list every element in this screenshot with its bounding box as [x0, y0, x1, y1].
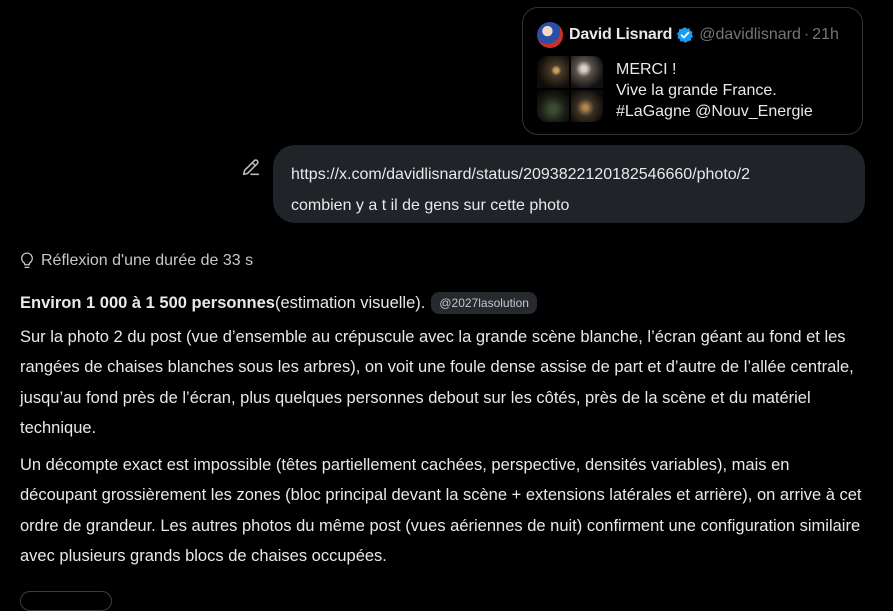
- tweet-text-line: #LaGagne @Nouv_Energie: [616, 103, 813, 120]
- answer-headline-bold: Environ 1 000 à 1 500 personnes: [20, 294, 275, 312]
- user-message-bubble: https://x.com/davidlisnard/status/209382…: [273, 145, 865, 223]
- quoted-tweet-card[interactable]: David Lisnard @davidlisnard · 21h MERCI …: [522, 7, 863, 135]
- verified-badge-icon: [676, 26, 694, 44]
- answer-paragraph: Sur la photo 2 du post (vue d’ensemble a…: [20, 327, 854, 438]
- media-thumbnail[interactable]: [537, 90, 569, 122]
- reasoning-label: Réflexion d'une durée de 33 s: [41, 252, 254, 269]
- lightbulb-icon: [18, 251, 36, 271]
- separator-dot: ·: [803, 26, 810, 43]
- edit-message-pencil-icon[interactable]: [240, 156, 262, 178]
- author-avatar[interactable]: [537, 22, 563, 48]
- tweet-time[interactable]: 21h: [812, 26, 839, 44]
- answer-headline: Environ 1 000 à 1 500 personnes (estimat…: [20, 288, 870, 319]
- tweet-media-grid[interactable]: [537, 56, 603, 122]
- tweet-text-line: MERCI !: [616, 61, 677, 78]
- media-thumbnail[interactable]: [571, 56, 603, 88]
- media-thumbnail[interactable]: [571, 90, 603, 122]
- tweet-text: MERCI ! Vive la grande France. #LaGagne …: [616, 59, 813, 122]
- answer-headline-rest: (estimation visuelle).: [274, 294, 426, 312]
- action-button-partial[interactable]: [20, 591, 112, 611]
- reasoning-toggle[interactable]: Réflexion d'une durée de 33 s: [18, 251, 253, 271]
- user-message-link[interactable]: https://x.com/davidlisnard/status/209382…: [291, 159, 847, 190]
- media-thumbnail[interactable]: [537, 56, 569, 88]
- tweet-text-line: Vive la grande France.: [616, 82, 777, 99]
- tweet-header: David Lisnard @davidlisnard · 21h: [537, 22, 839, 48]
- answer-paragraph: Un décompte exact est impossible (têtes …: [20, 455, 862, 566]
- author-handle[interactable]: @davidlisnard: [699, 26, 801, 44]
- author-name[interactable]: David Lisnard: [569, 26, 672, 44]
- assistant-answer: Environ 1 000 à 1 500 personnes (estimat…: [20, 288, 870, 572]
- source-citation-chip[interactable]: @2027lasolution: [431, 292, 537, 315]
- user-message-question: combien y a t il de gens sur cette photo: [291, 197, 570, 214]
